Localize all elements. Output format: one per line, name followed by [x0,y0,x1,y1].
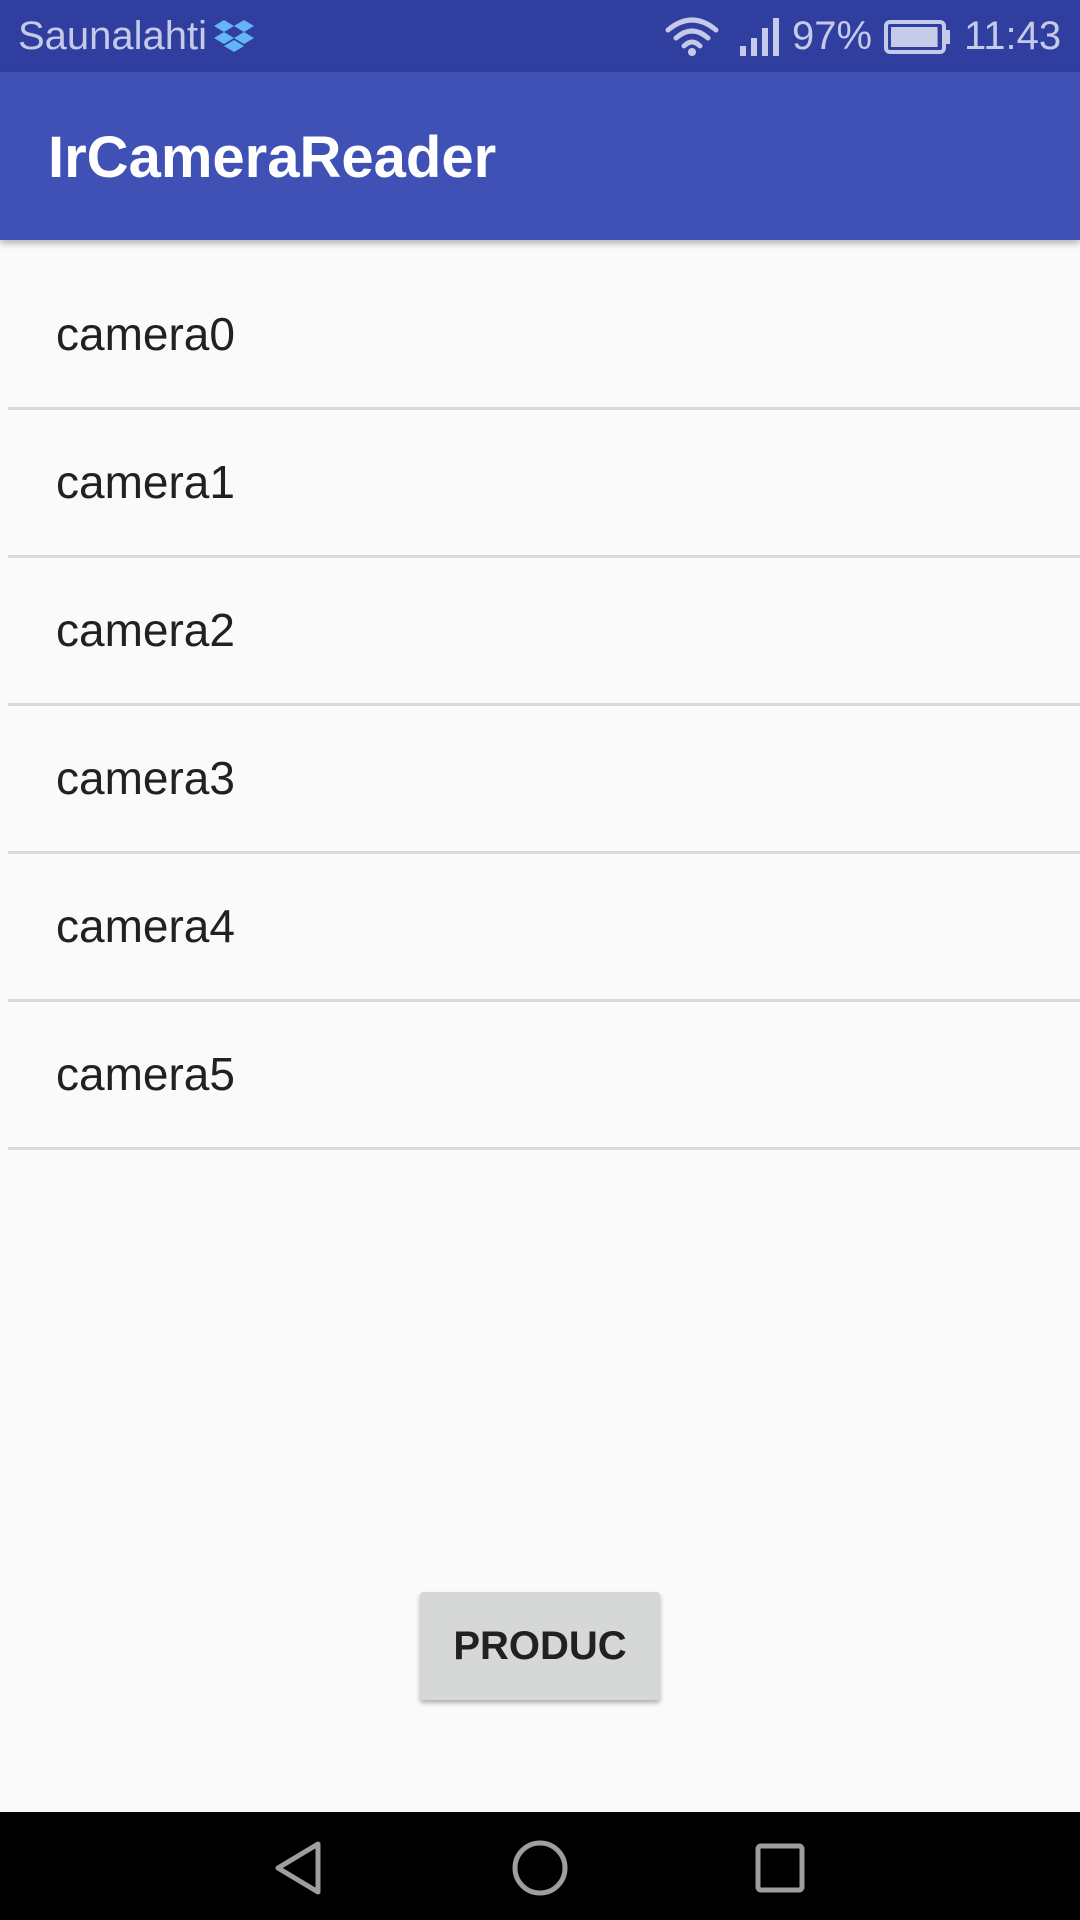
app-title: IrCameraReader [48,125,497,190]
signal-icon [740,18,779,56]
carrier-name: Saunalahti [18,14,208,58]
status-bar: Saunalahti 97% 11:43 [0,0,1080,72]
list-item-label: camera1 [56,456,235,508]
list-item[interactable]: camera2 [8,558,1080,706]
list-item-label: camera0 [56,308,235,360]
list-item[interactable]: camera5 [8,1002,1080,1150]
produc-button[interactable]: PRODUC [420,1592,660,1700]
list-item-label: camera3 [56,752,235,804]
list-item-label: camera5 [56,1048,235,1100]
home-icon[interactable] [510,1838,570,1898]
battery-icon [884,20,950,54]
list-item-label: camera2 [56,604,235,656]
clock: 11:43 [964,14,1062,58]
camera-list: camera0 camera1 camera2 camera3 camera4 … [0,262,1080,1150]
list-item[interactable]: camera0 [8,262,1080,410]
battery-percent: 97% [792,14,873,58]
list-item[interactable]: camera4 [8,854,1080,1002]
list-item[interactable]: camera3 [8,706,1080,854]
dropbox-icon [214,20,254,52]
list-item-label: camera4 [56,900,235,952]
app-bar: IrCameraReader [0,72,1080,240]
recents-icon[interactable] [750,1838,810,1898]
wifi-icon [665,17,719,56]
back-icon[interactable] [270,1838,330,1898]
list-item[interactable]: camera1 [8,410,1080,558]
navigation-bar [0,1812,1080,1920]
